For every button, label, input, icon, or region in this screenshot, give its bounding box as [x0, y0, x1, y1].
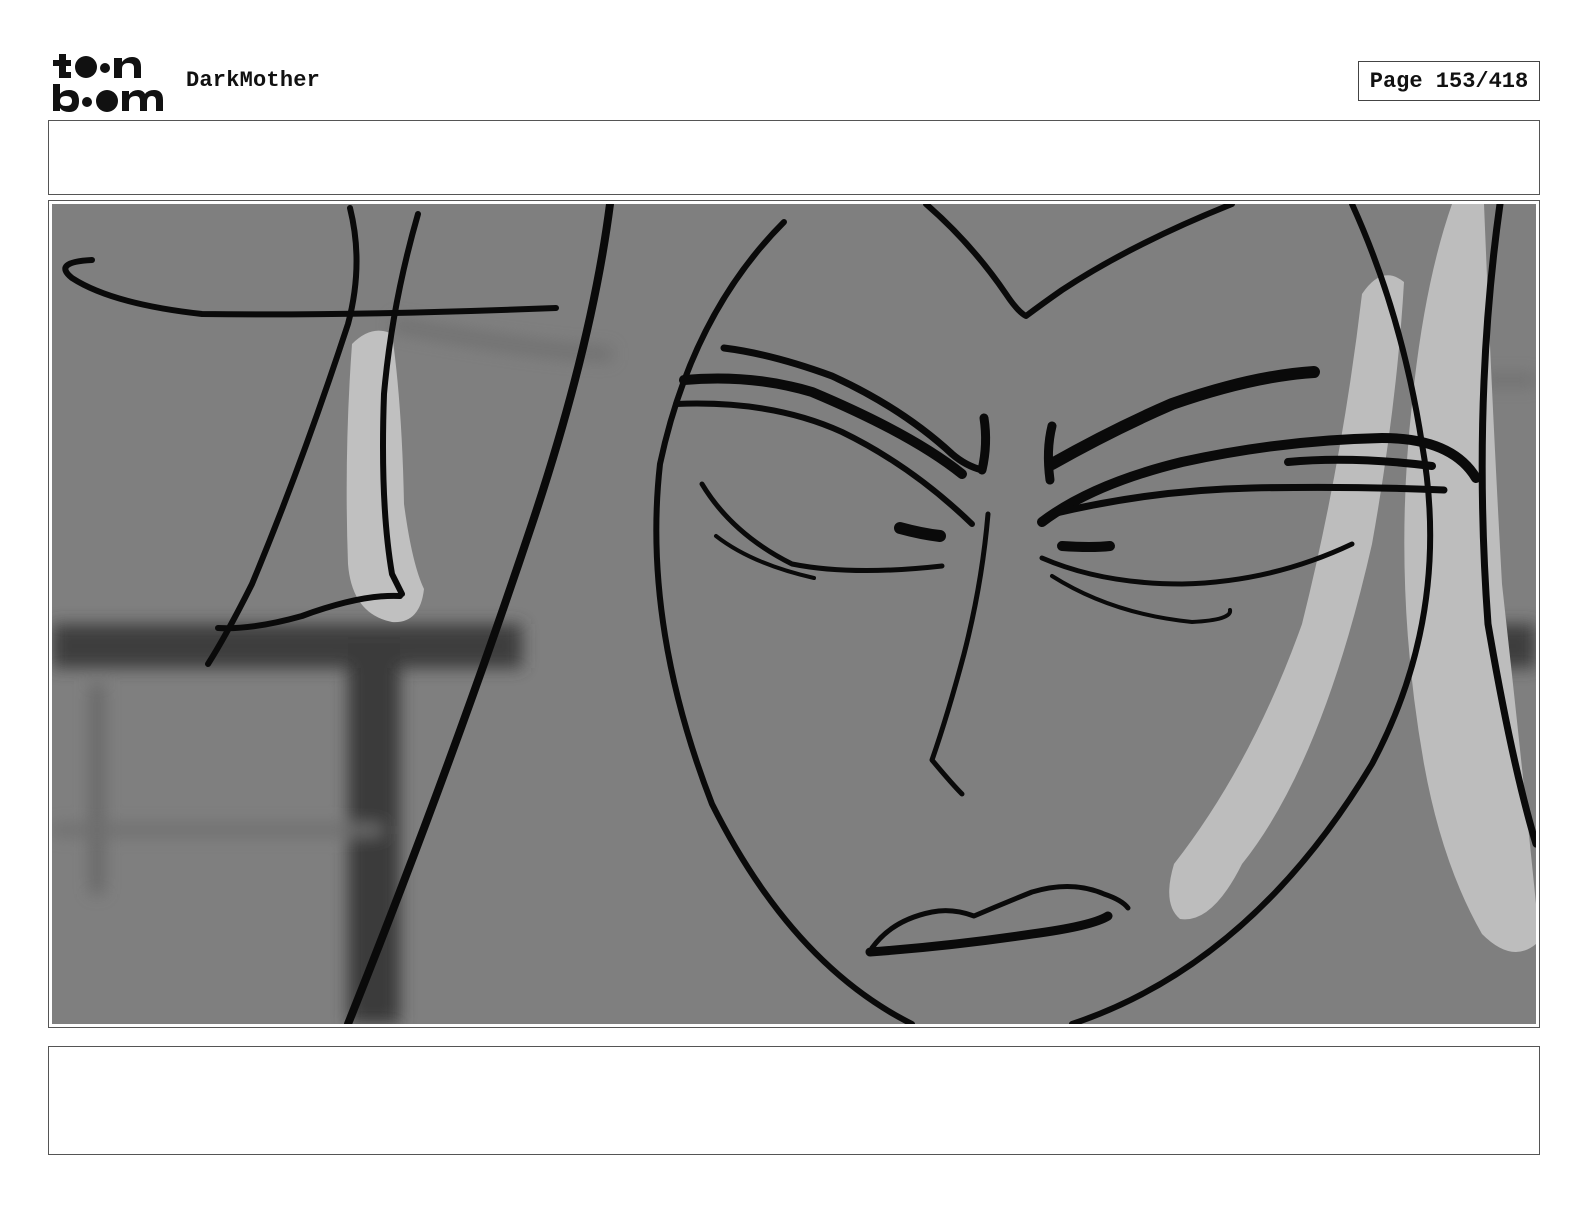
storyboard-panel: [52, 204, 1536, 1024]
panel-notes-bottom: [48, 1046, 1540, 1155]
panel-notes-top: [48, 120, 1540, 195]
toon-boom-logo: [53, 54, 163, 112]
project-title: DarkMother: [186, 68, 321, 93]
page-counter: Page 153/418: [1358, 61, 1540, 101]
storyboard-sketch-face-icon: [52, 204, 1536, 1024]
